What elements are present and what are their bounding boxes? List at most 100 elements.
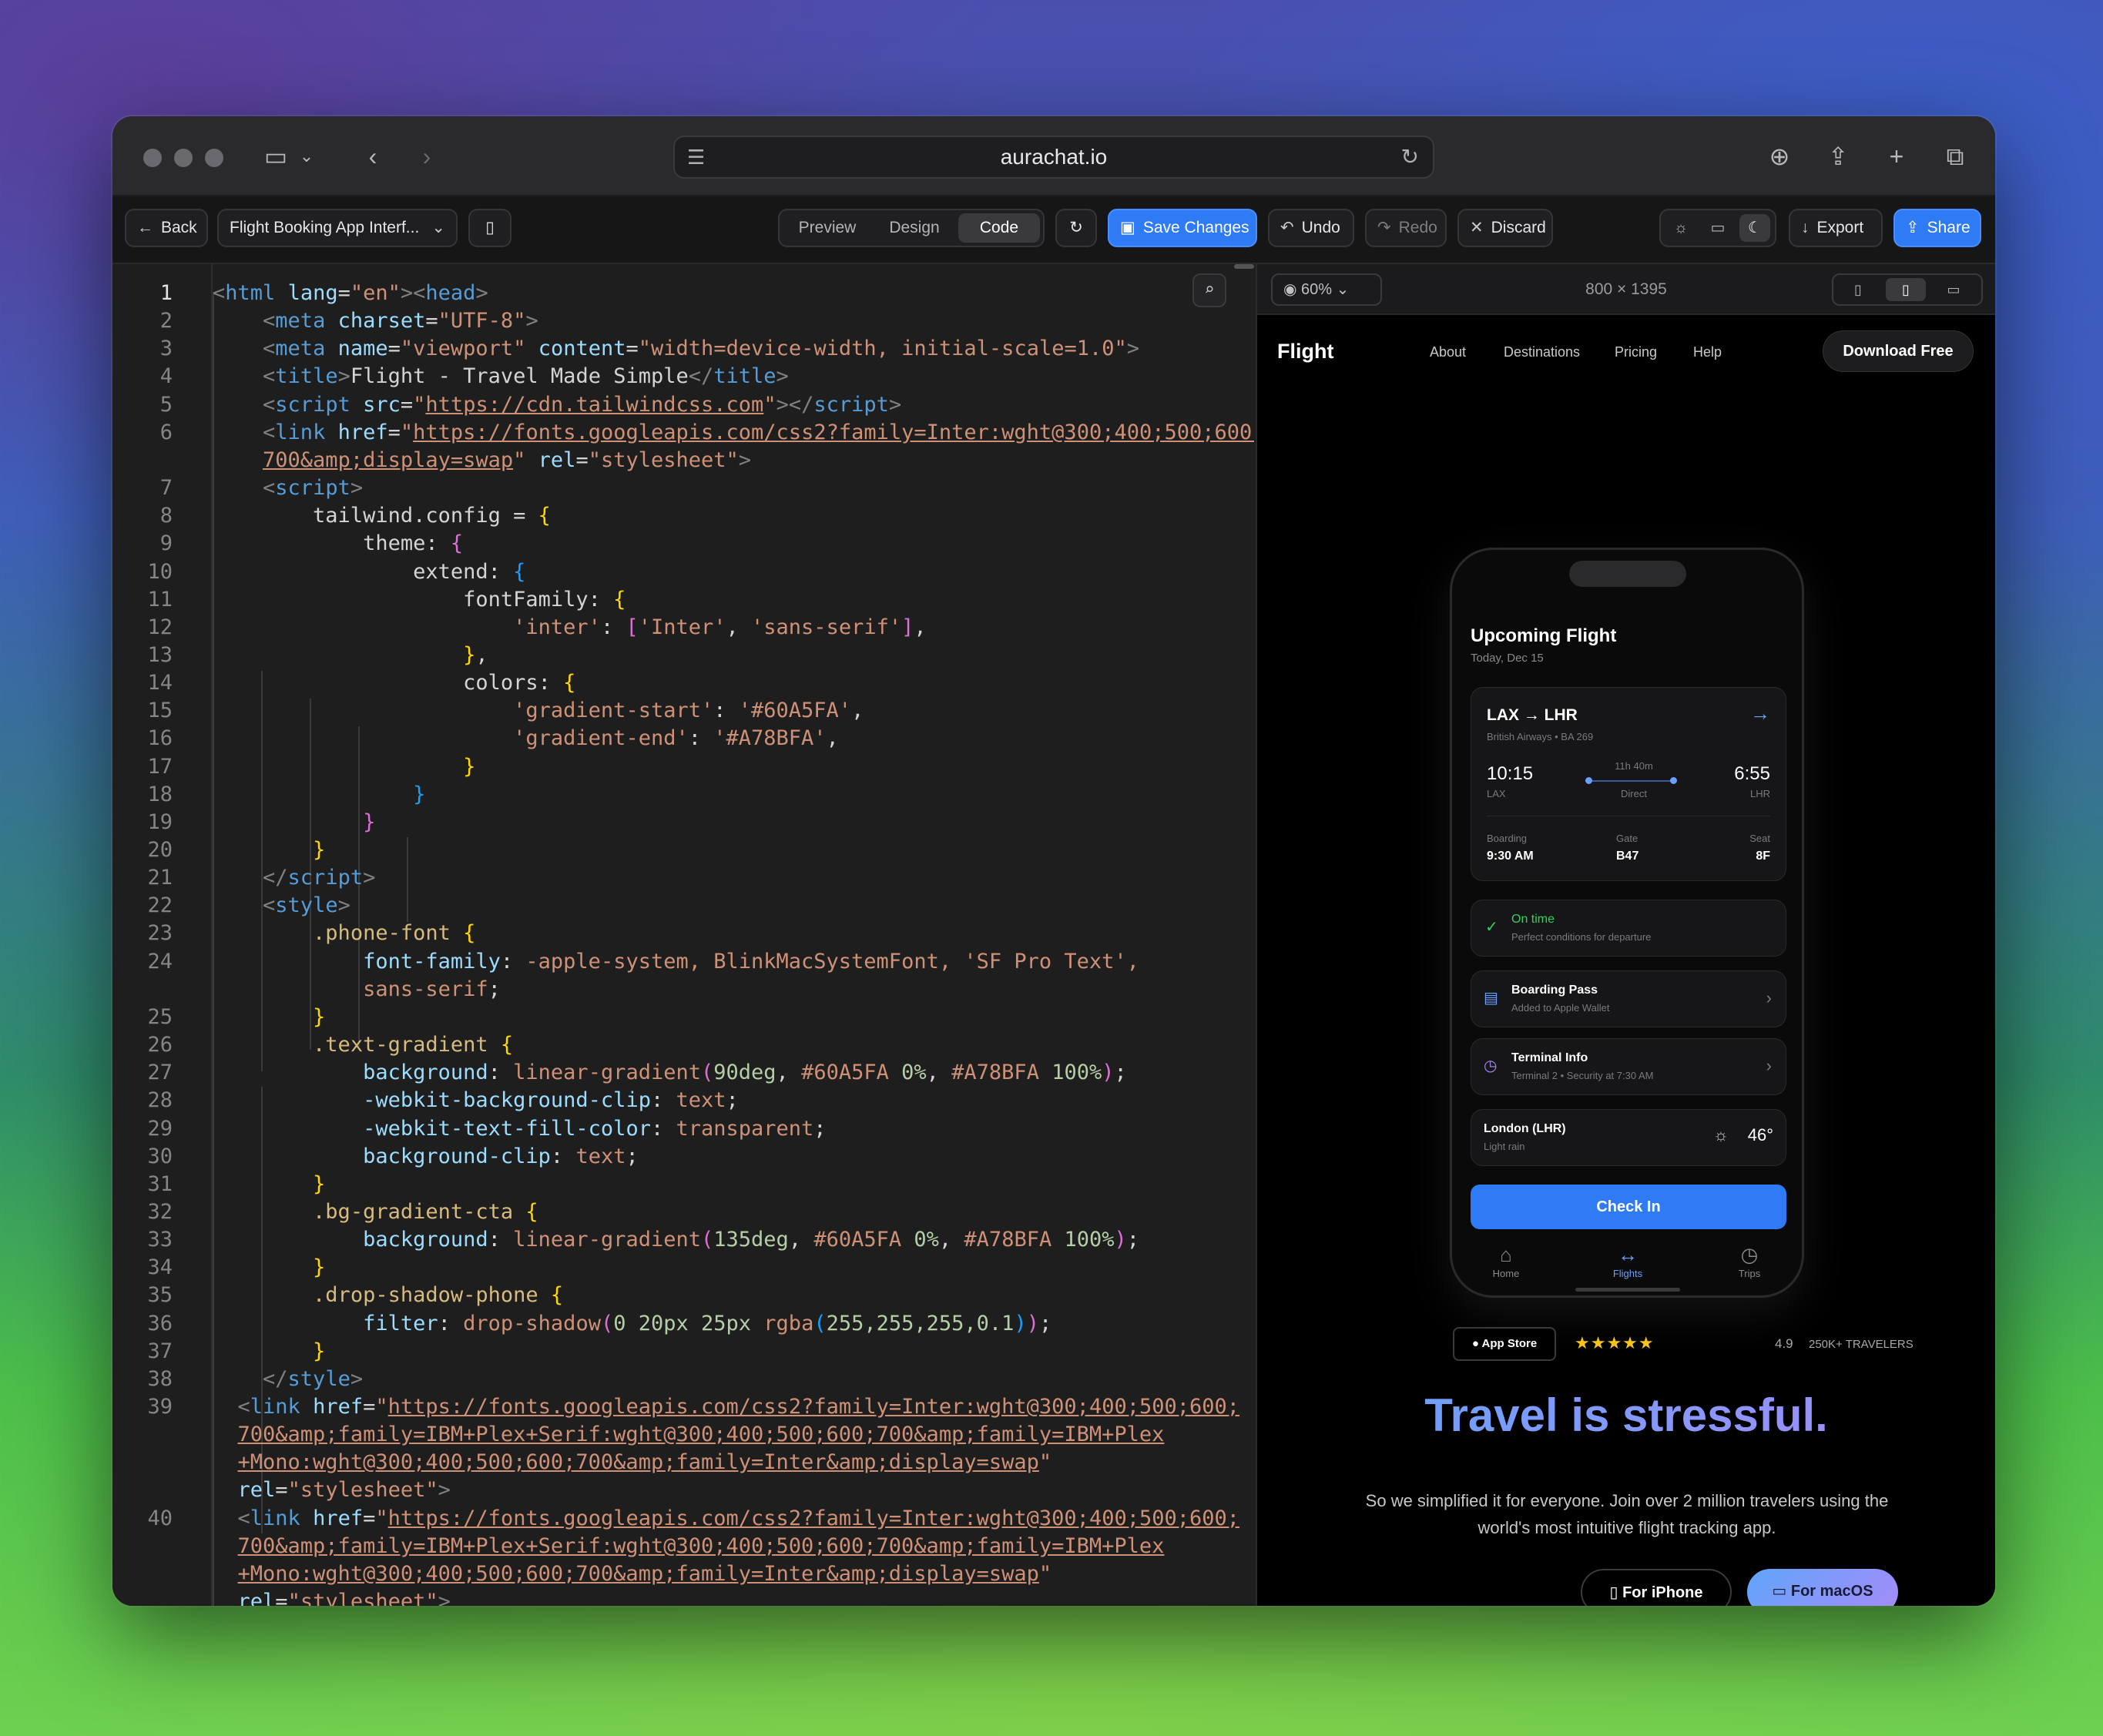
eye-icon: ◉ [1283,281,1297,298]
boarding-value: 9:30 AM [1487,850,1534,863]
tab-preview[interactable]: Preview [784,213,870,243]
nav-link-destinations[interactable]: Destinations [1504,344,1580,360]
project-selector[interactable]: Flight Booking App Interf... ⌄ [217,209,458,247]
line-number: 40 [147,1506,173,1530]
tablet-device-icon[interactable]: ▯ [1886,278,1926,301]
nav-link-pricing[interactable]: Pricing [1615,344,1657,360]
code-text: .drop-shadow-phone { [313,1283,564,1308]
tab-design[interactable]: Design [872,213,957,243]
terminal-info-row[interactable]: ◷ Terminal Info Terminal 2 • Security at… [1471,1038,1786,1095]
line-number: 16 [147,726,173,751]
browser-titlebar: ▭ ⌄ ‹ › ☰ aurachat.io ↻ ⊕ ⇪ + ⧉ [112,116,1995,196]
close-window-button[interactable] [143,149,162,167]
share-button[interactable]: ⇪ Share [1893,209,1981,247]
forward-arrow-icon[interactable]: › [413,139,441,173]
code-text: } [363,809,376,834]
seat-value: 8F [1756,850,1770,863]
phone-device-icon[interactable]: ▯ [1838,278,1878,301]
flight-card[interactable]: LAX → LHR → British Airways • BA 269 10:… [1471,687,1786,881]
redo-button[interactable]: ↷ Redo [1365,209,1447,247]
download-free-button[interactable]: Download Free [1823,330,1974,372]
app-toolbar: ← Back Flight Booking App Interf... ⌄ ▯ Pr… [112,196,1995,264]
site-brand[interactable]: Flight [1277,340,1333,364]
code-text: background-clip: text; [363,1144,639,1168]
tab-code[interactable]: Code [958,213,1040,243]
download-icon[interactable]: ⊕ [1763,139,1796,173]
editor-scrollbar[interactable] [1234,264,1254,269]
line-number: 27 [147,1061,173,1085]
boarding-label: Boarding [1487,833,1528,844]
zoom-selector[interactable]: ◉ 60% ⌄ [1271,273,1382,306]
line-number: 23 [147,921,173,946]
home-icon: ⌂ [1500,1243,1512,1266]
desktop-device-icon[interactable]: ▭ [1934,278,1974,301]
chevron-down-icon[interactable]: ⌄ [297,139,316,173]
line-number: 13 [147,642,173,667]
minimize-window-button[interactable] [174,149,193,167]
save-changes-button[interactable]: ▣ Save Changes [1108,209,1257,247]
line-number: 18 [147,782,173,806]
code-text: colors: { [213,671,576,695]
code-text: extend: { [213,559,526,584]
reload-icon[interactable]: ↻ [1401,137,1419,177]
line-number: 8 [159,504,173,528]
export-button[interactable]: ↓ Export [1789,209,1883,247]
for-macos-button[interactable]: ▭ For macOS [1747,1569,1898,1606]
arrow-right-icon[interactable]: → [1750,702,1770,726]
weather-city: London (LHR) [1484,1122,1566,1135]
share-icon[interactable]: ⇪ [1821,139,1855,173]
editor-search-button[interactable]: ⌕ [1192,273,1226,307]
page-settings-icon[interactable]: ☰ [687,137,705,177]
code-text: sans-serif; [363,977,501,1001]
phone-tab-home[interactable]: ⌂ Home [1460,1242,1552,1279]
dark-mode-icon[interactable]: ☾ [1739,214,1770,242]
chevron-right-icon: › [1766,988,1772,1007]
clock-icon: ◷ [1740,1243,1759,1266]
line-number: 17 [147,754,173,779]
preview-toolbar: 800 × 1395 ◉ 60% ⌄ ▯ ▯ ▭ [1256,264,1995,315]
for-iphone-button[interactable]: ▯ For iPhone [1581,1569,1732,1606]
phone-tab-trips[interactable]: ◷ Trips [1703,1242,1796,1279]
phone-tab-flights[interactable]: ↔ Flights [1581,1242,1674,1279]
code-text: 'gradient-end': '#A78BFA', [513,726,839,751]
share-icon: ⇪ [1906,219,1920,236]
address-bar[interactable]: ☰ aurachat.io ↻ [673,136,1434,179]
flight-route: LAX → LHR [1487,706,1578,724]
refresh-button[interactable]: ↻ [1055,209,1097,247]
code-editor[interactable]: ⌕ 1 <html lang="en"><head> 2 <meta charset… [112,264,1256,1606]
nav-link-about[interactable]: About [1430,344,1466,360]
line-number: 36 [147,1311,173,1336]
undo-button[interactable]: ↶ Undo [1268,209,1354,247]
tab-overview-icon[interactable]: ⧉ [1938,139,1972,173]
seat-label: Seat [1749,833,1770,844]
discard-button[interactable]: ✕ Discard [1457,209,1553,247]
status-card: ✓ On time Perfect conditions for departu… [1471,900,1786,957]
sidebar-toggle-icon[interactable]: ▭ [259,139,293,173]
nav-link-help[interactable]: Help [1693,344,1722,360]
line-number: 39 [147,1395,173,1419]
panel-toggle-button[interactable]: ▯ [468,209,511,247]
check-in-button[interactable]: Check In [1471,1185,1786,1229]
browser-window: ▭ ⌄ ‹ › ☰ aurachat.io ↻ ⊕ ⇪ + ⧉ ← Back Fl… [112,116,1995,1606]
back-arrow-icon[interactable]: ‹ [359,139,387,173]
code-text: <meta name="viewport" content="width=dev… [263,337,1140,361]
code-text: -webkit-background-clip: text; [363,1088,739,1113]
line-number: 33 [147,1228,173,1252]
code-text: +Mono:wght@300;400;500;600;700&amp;famil… [237,1450,1052,1475]
line-number: 26 [147,1033,173,1057]
back-button[interactable]: ← Back [125,209,208,247]
light-mode-icon[interactable]: ☼ [1665,214,1696,242]
zoom-window-button[interactable] [205,149,223,167]
line-number: 14 [147,671,173,695]
line-number: 7 [159,476,173,501]
line-number: 11 [147,587,173,612]
app-store-badge[interactable]: ● App Store [1453,1327,1556,1361]
line-number: 21 [147,866,173,890]
line-number: 37 [147,1339,173,1363]
new-tab-icon[interactable]: + [1880,139,1913,173]
dynamic-island [1569,561,1686,587]
line-number: 32 [147,1199,173,1224]
code-text: 700&amp;display=swap" rel="stylesheet"> [263,447,752,472]
boarding-pass-row[interactable]: ▤ Boarding Pass Added to Apple Wallet › [1471,970,1786,1027]
system-mode-icon[interactable]: ▭ [1702,214,1733,242]
